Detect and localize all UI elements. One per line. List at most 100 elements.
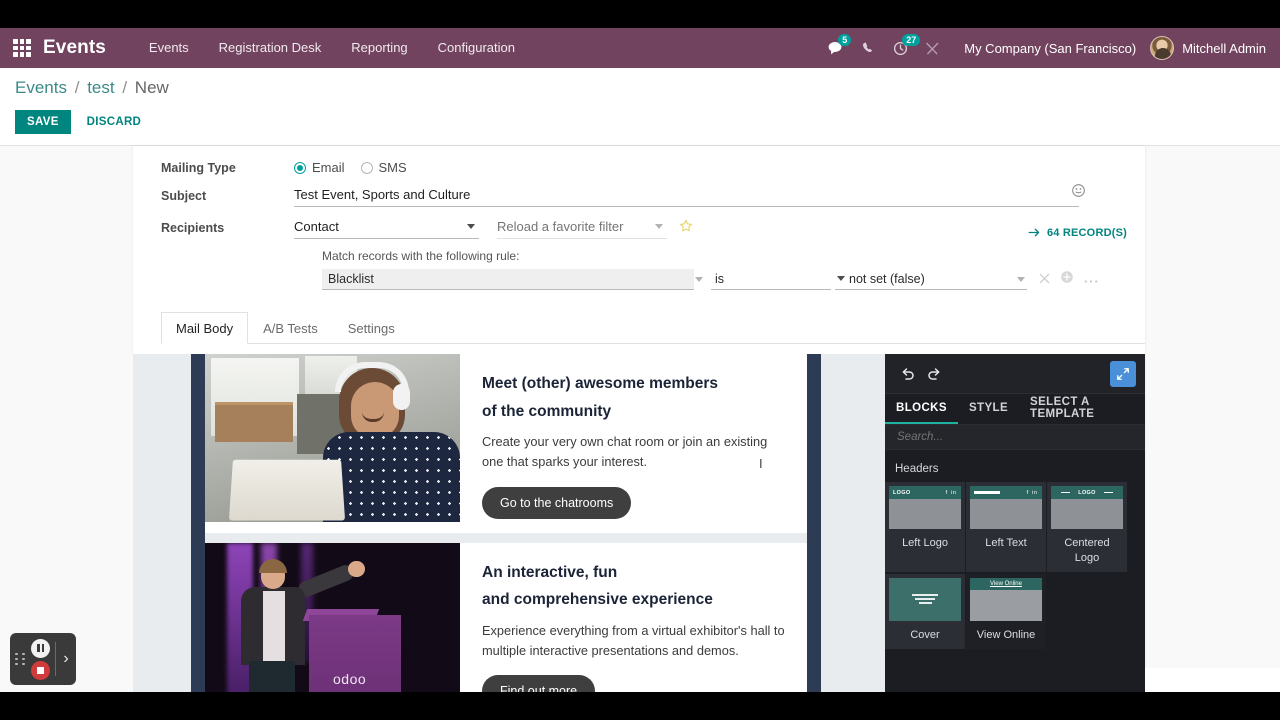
header-left-text-thumb: f in <box>970 486 1042 529</box>
recorder-buttons <box>31 638 50 680</box>
woman-with-headphones-at-laptop-photo <box>205 354 460 522</box>
app-screen: Events Events Registration Desk Reportin… <box>0 28 1280 692</box>
snippet-tab-select-a-template[interactable]: SELECT A TEMPLATE <box>1019 394 1145 424</box>
thumb-social-1: f in <box>945 489 957 496</box>
header-left-logo-thumb: LOGO f in <box>889 486 961 529</box>
tab-ab-tests[interactable]: A/B Tests <box>248 312 333 344</box>
mail-body-canvas[interactable]: Meet (other) awesome members of the comm… <box>133 354 885 692</box>
user-name-label: Mitchell Admin <box>1182 40 1266 56</box>
rule-value-wrap: not set (false) <box>835 269 1027 290</box>
mailing-type-radios: Email SMS <box>294 160 407 175</box>
smiley-icon[interactable] <box>1071 183 1086 203</box>
snippet-block-left-logo[interactable]: LOGO f in Left Logo <box>885 482 965 572</box>
undo-icon[interactable] <box>895 361 921 387</box>
snippet-block-left-text[interactable]: f in Left Text <box>966 482 1046 572</box>
chevron-down-icon-rule-value-left <box>837 276 845 281</box>
radio-email[interactable]: Email <box>294 160 345 175</box>
snippet-search-input[interactable] <box>897 431 1133 443</box>
top-navbar: Events Events Registration Desk Reportin… <box>0 28 1280 68</box>
favorite-filter-input[interactable] <box>497 217 667 239</box>
letterbox-bottom <box>0 692 1280 720</box>
recipients-select[interactable]: Contact <box>294 217 479 239</box>
avatar <box>1150 36 1175 60</box>
chat-bubble-icon[interactable]: 5 <box>820 28 852 68</box>
phone-icon[interactable] <box>852 28 884 68</box>
chevron-right-icon[interactable]: › <box>56 650 76 668</box>
rule-value-select[interactable]: not set (false) <box>835 269 1027 290</box>
snippet-block-centered-logo[interactable]: LOGO Centered Logo <box>1047 482 1127 572</box>
snippet-block-view-online[interactable]: View Online View Online <box>966 573 1046 649</box>
wrench-screwdriver-icon[interactable] <box>916 28 948 68</box>
radio-sms[interactable]: SMS <box>360 160 407 175</box>
pause-icon[interactable] <box>31 638 50 658</box>
domain-rule-row: Blacklist is not set (false) <box>322 269 1145 290</box>
radio-sms-dot <box>360 161 373 174</box>
snippet-label-centered-logo: Centered Logo <box>1064 537 1110 564</box>
snippet-label-cover: Cover <box>910 628 940 641</box>
control-panel-buttons: SAVE DISCARD <box>0 98 1280 134</box>
breadcrumb-parent[interactable]: test <box>87 78 114 97</box>
rule-operator-select[interactable]: is <box>711 269 831 290</box>
messages-count-badge: 5 <box>838 34 852 46</box>
records-count-label: 64 RECORD(S) <box>1046 226 1127 239</box>
save-button[interactable]: SAVE <box>15 110 71 134</box>
view-online-block-thumb: View Online <box>970 577 1042 621</box>
mail-block-experience[interactable]: odoo An interactive, fun and comprehensi… <box>205 542 807 692</box>
radio-email-label: Email <box>312 160 345 175</box>
nav-item-reporting[interactable]: Reporting <box>336 28 422 68</box>
redo-icon[interactable] <box>921 361 947 387</box>
letterbox-top <box>0 0 1280 28</box>
plus-circle-icon[interactable] <box>1060 270 1074 289</box>
user-menu[interactable]: Mitchell Admin <box>1150 36 1266 60</box>
company-selector[interactable]: My Company (San Francisco) <box>964 41 1136 56</box>
find-out-more-button[interactable]: Find out more <box>482 675 596 692</box>
view-online-thumb-text: View Online <box>990 580 1022 587</box>
records-count-link[interactable]: 64 RECORD(S) <box>1028 226 1127 239</box>
arrow-right-icon <box>1028 228 1040 237</box>
navbar-menu: Events Registration Desk Reporting Confi… <box>134 28 530 68</box>
star-icon[interactable] <box>679 219 693 238</box>
discard-button[interactable]: DISCARD <box>79 110 150 134</box>
recipients-label: Recipients <box>161 221 225 235</box>
tab-mail-body[interactable]: Mail Body <box>161 312 249 344</box>
close-icon[interactable] <box>1039 271 1050 289</box>
snippet-toolbar <box>885 354 1145 394</box>
nav-item-configuration[interactable]: Configuration <box>423 28 530 68</box>
snippet-tab-style[interactable]: STYLE <box>958 394 1019 424</box>
breadcrumb-separator-1: / <box>74 78 80 97</box>
expand-arrows-icon[interactable] <box>1110 361 1136 387</box>
speaker-on-stage-at-odoo-podium-photo: odoo <box>205 542 460 692</box>
field-row-mailing-type: Mailing Type Email SMS <box>161 160 1145 175</box>
block2-heading-line2: and comprehensive experience <box>482 591 713 609</box>
clock-icon[interactable]: 27 <box>884 28 921 68</box>
ellipsis-icon[interactable] <box>1084 271 1098 289</box>
podium-odoo-logo: odoo <box>333 670 367 687</box>
go-to-chatrooms-button[interactable]: Go to the chatrooms <box>482 486 632 519</box>
mail-block-experience-text: An interactive, fun and comprehensive ex… <box>460 543 807 692</box>
mailing-type-label: Mailing Type <box>161 160 236 175</box>
header-centered-logo-thumb: LOGO <box>1051 486 1123 529</box>
breadcrumb-separator-2: / <box>122 78 128 97</box>
nav-item-registration-desk[interactable]: Registration Desk <box>204 28 337 68</box>
drag-dots-icon[interactable] <box>15 652 27 666</box>
thumb-dash-right <box>1103 491 1113 494</box>
cover-block-thumb <box>889 577 961 621</box>
rule-field-select[interactable]: Blacklist <box>322 269 694 290</box>
app-brand-title[interactable]: Events <box>43 37 106 59</box>
screen-recorder-widget[interactable]: › <box>10 633 76 685</box>
apps-grid-icon[interactable] <box>13 39 31 57</box>
breadcrumb-current: New <box>134 78 169 97</box>
rule-operator-wrap: is <box>711 269 831 290</box>
breadcrumb-root[interactable]: Events <box>15 78 67 97</box>
tab-settings[interactable]: Settings <box>333 312 410 344</box>
subject-input[interactable] <box>294 185 1079 207</box>
snippet-block-cover[interactable]: Cover <box>885 573 965 649</box>
form-fields: Mailing Type Email SMS Subject Test Even… <box>133 146 1145 344</box>
stop-record-icon[interactable] <box>31 660 50 680</box>
nav-item-events[interactable]: Events <box>134 28 204 68</box>
snippet-tab-blocks[interactable]: BLOCKS <box>885 394 958 424</box>
block2-heading-line1: An interactive, fun <box>482 563 618 581</box>
rule-actions <box>1039 270 1098 289</box>
snippet-panel: BLOCKS STYLE SELECT A TEMPLATE Headers L… <box>885 354 1145 692</box>
mail-block-chatrooms[interactable]: Meet (other) awesome members of the comm… <box>205 354 807 543</box>
